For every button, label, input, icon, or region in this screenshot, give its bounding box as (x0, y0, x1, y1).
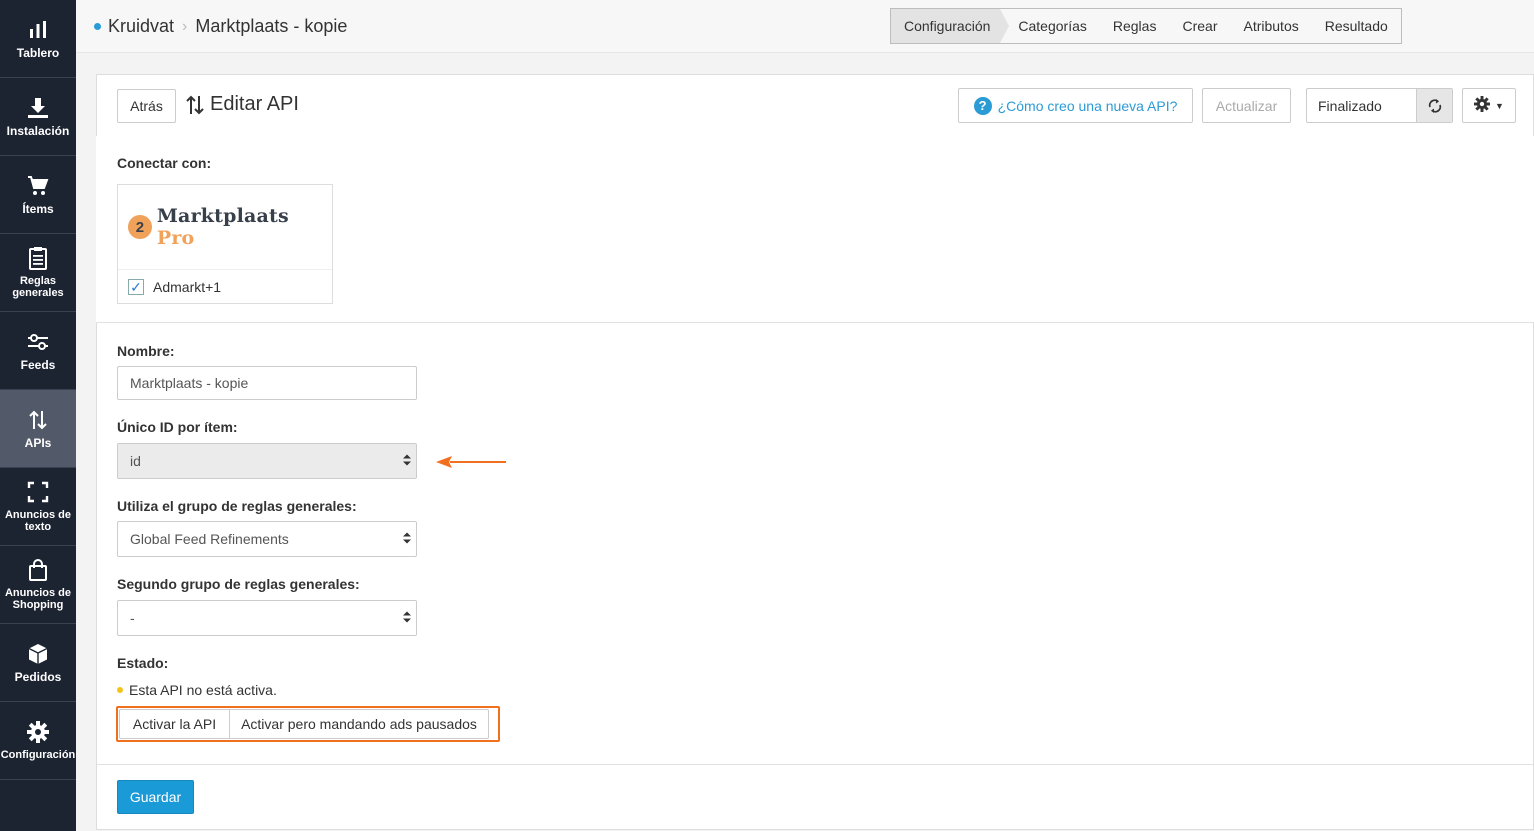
clipboard-icon (26, 246, 50, 270)
sidebar-item-label: APIs (24, 435, 52, 450)
question-icon: ? (973, 96, 992, 115)
select-arrows-icon (403, 454, 411, 466)
rules-group-label: Utiliza el grupo de reglas generales: (117, 498, 357, 514)
connect-section: Conectar con: 2 Marktplaats Pro ✓ Admark… (96, 136, 1534, 323)
gear-icon (26, 720, 50, 744)
connect-label: Conectar con: (117, 155, 212, 171)
step-atributos[interactable]: Atributos (1230, 9, 1311, 43)
shopping-bag-icon (26, 558, 50, 582)
back-button[interactable]: Atrás (117, 89, 176, 123)
logo-mark: 2 (128, 215, 152, 239)
sidebar-item-reglas-generales[interactable]: Reglas generales (0, 234, 76, 312)
sidebar-item-instalacion[interactable]: Instalación (0, 78, 76, 156)
logo-word: Marktplaats (156, 205, 289, 227)
wizard-steps: Configuración Categorías Reglas Crear At… (890, 8, 1402, 44)
breadcrumb-root[interactable]: Kruidvat (108, 16, 174, 37)
status-dot (117, 687, 123, 693)
select-arrows-icon (403, 532, 411, 544)
account-option[interactable]: ✓ Admarkt+1 (118, 270, 332, 304)
activate-button-group: Activar la API Activar pero mandando ads… (119, 709, 489, 739)
name-label: Nombre: (117, 343, 175, 359)
status-display: Finalizado (1306, 88, 1453, 123)
select-arrows-icon (403, 611, 411, 623)
activate-paused-button[interactable]: Activar pero mandando ads pausados (230, 709, 489, 739)
step-crear[interactable]: Crear (1169, 9, 1230, 43)
sidebar-item-label: Tablero (16, 45, 60, 60)
sidebar-item-label: Feeds (20, 357, 56, 372)
step-resultado[interactable]: Resultado (1312, 9, 1401, 43)
integration-card[interactable]: 2 Marktplaats Pro ✓ Admarkt+1 (117, 184, 333, 304)
second-rules-select[interactable]: - (117, 600, 417, 636)
cart-icon (26, 174, 50, 198)
sidebar: Tablero Instalación Ítems Reglas general… (0, 0, 76, 831)
logo-pro: Pro (156, 227, 195, 249)
sidebar-item-items[interactable]: Ítems (0, 156, 76, 234)
status-dot (94, 23, 101, 30)
sidebar-item-label: Pedidos (14, 669, 62, 684)
state-label: Estado: (117, 655, 169, 671)
unique-id-select[interactable]: id (117, 443, 417, 479)
help-label: ¿Cómo creo una nueva API? (997, 97, 1178, 114)
page-title-text: Editar API (210, 93, 299, 115)
second-rules-value: - (130, 610, 135, 626)
name-input[interactable]: Marktplaats - kopie (117, 366, 417, 400)
sidebar-item-anuncios-shopping[interactable]: Anuncios de Shopping (0, 546, 76, 624)
unique-id-value: id (130, 453, 141, 469)
state-message: Esta API no está activa. (117, 682, 277, 698)
annotation-arrow-icon (436, 456, 506, 468)
save-button[interactable]: Guardar (117, 780, 194, 814)
download-icon (26, 96, 50, 120)
sidebar-item-label: Reglas generales (12, 275, 64, 299)
chevron-right-icon: › (182, 17, 188, 35)
caret-down-icon: ▼ (1495, 100, 1504, 111)
status-value: Finalizado (1318, 97, 1382, 114)
page-title: Editar API (184, 93, 299, 116)
sidebar-item-configuracion[interactable]: Configuración (0, 702, 76, 780)
divider (97, 764, 1533, 765)
second-rules-label: Segundo grupo de reglas generales: (117, 576, 360, 592)
sidebar-item-label: Anuncios de texto (4, 509, 71, 533)
settings-dropdown-button[interactable]: ▼ (1462, 88, 1516, 123)
sidebar-item-label: Instalación (6, 123, 70, 138)
sliders-icon (26, 330, 50, 354)
sidebar-item-feeds[interactable]: Feeds (0, 312, 76, 390)
gear-icon (1474, 96, 1491, 115)
bar-chart-icon (26, 18, 50, 42)
up-down-arrows-icon (26, 408, 50, 432)
sidebar-item-pedidos[interactable]: Pedidos (0, 624, 76, 702)
top-bar: Kruidvat › Marktplaats - kopie Configura… (76, 0, 1534, 53)
state-text: Esta API no está activa. (129, 682, 277, 698)
sidebar-item-label: Configuración (0, 749, 76, 761)
sidebar-item-tablero[interactable]: Tablero (0, 0, 76, 78)
activate-api-button[interactable]: Activar la API (119, 709, 230, 739)
up-down-arrows-icon (184, 94, 206, 116)
sidebar-item-label: Anuncios de Shopping (4, 587, 71, 611)
help-button[interactable]: ? ¿Cómo creo una nueva API? (958, 88, 1193, 123)
logo-wordmark: Marktplaats Pro (157, 205, 332, 249)
box-icon (26, 642, 50, 666)
sidebar-item-label: Ítems (22, 201, 54, 216)
breadcrumb: Kruidvat › Marktplaats - kopie (94, 16, 347, 37)
marktplaats-logo: 2 Marktplaats Pro (118, 185, 332, 270)
panel-header: Atrás Editar API ? ¿Cómo creo una nueva … (97, 75, 1533, 137)
breadcrumb-current: Marktplaats - kopie (195, 16, 348, 36)
step-categorias[interactable]: Categorías (1000, 9, 1099, 43)
step-configuracion[interactable]: Configuración (891, 9, 1010, 43)
sidebar-item-apis[interactable]: APIs (0, 390, 76, 468)
unique-id-label: Único ID por ítem: (117, 419, 238, 435)
sidebar-item-anuncios-texto[interactable]: Anuncios de texto (0, 468, 76, 546)
update-button[interactable]: Actualizar (1202, 88, 1291, 123)
form-section: Nombre: Marktplaats - kopie Único ID por… (96, 324, 1534, 830)
expand-icon (26, 480, 50, 504)
step-reglas[interactable]: Reglas (1100, 9, 1170, 43)
rules-group-select[interactable]: Global Feed Refinements (117, 521, 417, 557)
account-checkbox[interactable]: ✓ (128, 279, 144, 295)
account-label: Admarkt+1 (153, 279, 222, 295)
refresh-icon[interactable] (1416, 89, 1452, 122)
rules-group-value: Global Feed Refinements (130, 531, 289, 547)
